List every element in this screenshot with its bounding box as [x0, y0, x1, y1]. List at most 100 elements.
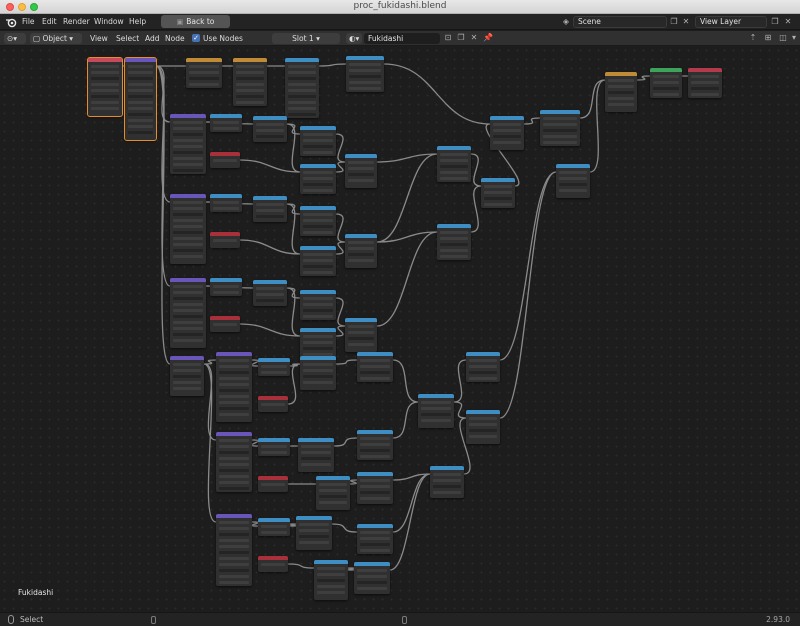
shader-node[interactable]	[316, 476, 350, 510]
node-socket-row[interactable]	[484, 185, 512, 188]
node-socket-row[interactable]	[219, 451, 249, 454]
shader-node[interactable]	[437, 146, 471, 182]
node-socket-row[interactable]	[303, 381, 333, 384]
node-socket-row[interactable]	[317, 567, 345, 570]
node-socket-row[interactable]	[360, 479, 390, 482]
node-socket-row[interactable]	[421, 401, 451, 404]
pin-icon[interactable]: 📌	[483, 33, 493, 43]
duplicate-material-icon[interactable]: ❐	[456, 33, 466, 43]
node-socket-row[interactable]	[433, 485, 461, 488]
node-socket-row[interactable]	[691, 81, 719, 84]
node-socket-row[interactable]	[440, 255, 468, 258]
node-socket-row[interactable]	[288, 107, 316, 110]
shader-node[interactable]	[650, 68, 682, 98]
node-socket-row[interactable]	[543, 141, 577, 144]
node-socket-row[interactable]	[433, 491, 461, 494]
shader-node[interactable]	[357, 352, 393, 382]
node-header[interactable]	[210, 232, 240, 236]
node-socket-row[interactable]	[236, 101, 264, 104]
shader-node[interactable]	[357, 472, 393, 504]
node-socket-row[interactable]	[484, 197, 512, 200]
node-header[interactable]	[357, 352, 393, 356]
shader-node[interactable]	[300, 356, 336, 390]
node-socket-row[interactable]	[219, 487, 249, 490]
node-socket-row[interactable]	[357, 569, 387, 572]
node-socket-row[interactable]	[360, 549, 390, 552]
node-header[interactable]	[170, 114, 206, 118]
node-socket-row[interactable]	[349, 87, 381, 90]
node-socket-row[interactable]	[256, 129, 284, 132]
shader-node[interactable]	[346, 56, 384, 92]
node-header[interactable]	[345, 318, 377, 322]
node-socket-row[interactable]	[303, 341, 333, 344]
node-socket-row[interactable]	[543, 123, 577, 126]
fake-user-icon[interactable]: ⊡	[443, 33, 453, 43]
node-header[interactable]	[258, 438, 290, 442]
node-socket-row[interactable]	[261, 531, 287, 534]
node-socket-row[interactable]	[319, 483, 347, 486]
node-socket-row[interactable]	[173, 201, 203, 204]
node-socket-row[interactable]	[173, 169, 203, 172]
overlay-dropdown-icon[interactable]: ▾	[789, 33, 799, 43]
parent-node-tree-icon[interactable]: ⇡	[748, 33, 758, 43]
node-socket-row[interactable]	[317, 573, 345, 576]
node-socket-row[interactable]	[348, 253, 374, 256]
node-socket-row[interactable]	[261, 451, 287, 454]
node-socket-row[interactable]	[219, 527, 249, 530]
shader-node[interactable]	[210, 114, 242, 132]
shader-node[interactable]	[357, 430, 393, 460]
menu-help[interactable]: Help	[126, 16, 149, 27]
shader-node[interactable]	[124, 57, 157, 141]
scene-field[interactable]: Scene	[573, 16, 667, 28]
overlay-icon[interactable]: ◫	[778, 33, 788, 43]
node-socket-row[interactable]	[348, 331, 374, 334]
node-socket-row[interactable]	[128, 71, 153, 74]
node-socket-row[interactable]	[303, 315, 333, 318]
node-socket-row[interactable]	[653, 87, 679, 90]
node-canvas[interactable]: Fukidashi	[0, 46, 800, 612]
back-to-previous-button[interactable]: ▣Back to Previous	[161, 15, 230, 40]
node-socket-row[interactable]	[213, 291, 239, 294]
node-socket-row[interactable]	[608, 85, 634, 88]
node-socket-row[interactable]	[653, 93, 679, 96]
node-socket-row[interactable]	[469, 429, 497, 432]
node-socket-row[interactable]	[219, 481, 249, 484]
node-socket-row[interactable]	[219, 389, 249, 392]
node-socket-row[interactable]	[348, 241, 374, 244]
node-socket-row[interactable]	[128, 77, 153, 80]
node-socket-row[interactable]	[303, 177, 333, 180]
node-socket-row[interactable]	[219, 457, 249, 460]
shader-node[interactable]	[345, 234, 377, 268]
node-socket-row[interactable]	[303, 375, 333, 378]
node-socket-row[interactable]	[256, 203, 284, 206]
node-socket-row[interactable]	[301, 463, 331, 466]
node-socket-row[interactable]	[236, 71, 264, 74]
node-socket-row[interactable]	[91, 65, 119, 68]
node-socket-row[interactable]	[219, 395, 249, 398]
node-socket-row[interactable]	[173, 151, 203, 154]
node-socket-row[interactable]	[421, 407, 451, 410]
node-socket-row[interactable]	[173, 339, 203, 342]
node-header[interactable]	[210, 278, 242, 282]
node-socket-row[interactable]	[469, 423, 497, 426]
node-socket-row[interactable]	[288, 83, 316, 86]
node-socket-row[interactable]	[303, 145, 333, 148]
node-socket-row[interactable]	[128, 101, 153, 104]
node-header[interactable]	[170, 194, 206, 198]
node-header[interactable]	[258, 518, 290, 522]
node-socket-row[interactable]	[189, 65, 219, 68]
node-socket-row[interactable]	[653, 81, 679, 84]
node-socket-row[interactable]	[301, 445, 331, 448]
node-socket-row[interactable]	[440, 171, 468, 174]
node-socket-row[interactable]	[360, 491, 390, 494]
node-socket-row[interactable]	[173, 303, 203, 306]
node-socket-row[interactable]	[173, 127, 203, 130]
scene-delete-icon[interactable]: ✕	[681, 17, 691, 27]
node-socket-row[interactable]	[348, 325, 374, 328]
node-header[interactable]	[253, 196, 287, 200]
menu-window[interactable]: Window	[91, 16, 127, 27]
node-header[interactable]	[357, 524, 393, 528]
node-socket-row[interactable]	[348, 179, 374, 182]
node-socket-row[interactable]	[91, 89, 119, 92]
node-socket-row[interactable]	[543, 117, 577, 120]
